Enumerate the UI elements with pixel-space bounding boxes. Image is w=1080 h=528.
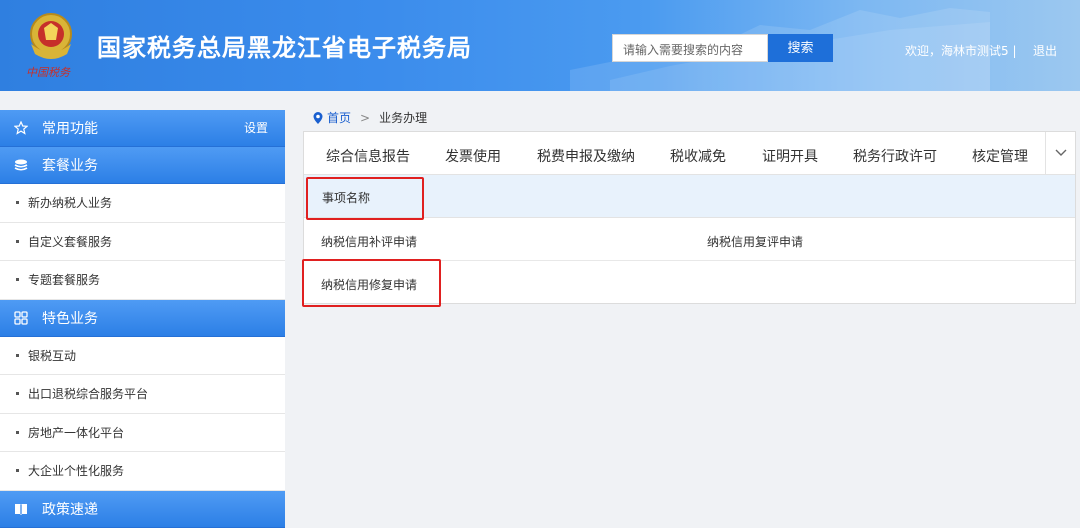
bullet-icon bbox=[16, 469, 19, 473]
sidebar-section-packages[interactable]: 套餐业务 bbox=[0, 147, 285, 184]
bullet-icon bbox=[16, 239, 19, 243]
tab-admin-permit[interactable]: 税务行政许可 bbox=[853, 146, 937, 166]
sidebar-item-export-refund[interactable]: 出口退税综合服务平台 bbox=[0, 375, 285, 414]
tab-assessment[interactable]: 核定管理 bbox=[972, 146, 1028, 166]
layers-icon bbox=[14, 158, 28, 172]
sidebar-item-new-taxpayer[interactable]: 新办纳税人业务 bbox=[0, 184, 285, 223]
welcome-text: 欢迎，海林市测试5 | bbox=[905, 44, 1017, 58]
bullet-icon bbox=[16, 278, 19, 282]
tax-emblem-logo: 中国税务 bbox=[26, 13, 72, 79]
tab-bar: 综合信息报告 发票使用 税费申报及缴纳 税收减免 证明开具 税务行政许可 核定管… bbox=[304, 132, 1075, 175]
sidebar: 常用功能 设置 套餐业务 新办纳税人业务 自定义套餐服务 专题套餐服务 特色业务… bbox=[0, 110, 285, 528]
grid-icon bbox=[14, 310, 28, 325]
breadcrumb-home[interactable]: 首页 bbox=[327, 109, 351, 126]
logout-link[interactable]: 退出 bbox=[1033, 42, 1057, 59]
bullet-icon bbox=[16, 392, 19, 396]
sidebar-section-label: 常用功能 bbox=[42, 121, 98, 137]
sidebar-item-large-enterprise[interactable]: 大企业个性化服务 bbox=[0, 452, 285, 491]
tab-info-report[interactable]: 综合信息报告 bbox=[326, 146, 410, 166]
sidebar-item-real-estate[interactable]: 房地产一体化平台 bbox=[0, 413, 285, 452]
tab-tax-filing[interactable]: 税费申报及缴纳 bbox=[537, 146, 635, 166]
bullet-icon bbox=[16, 201, 19, 205]
breadcrumb-separator: > bbox=[360, 110, 371, 125]
sidebar-section-label: 政策速递 bbox=[42, 501, 98, 518]
location-pin-icon bbox=[313, 111, 323, 124]
site-title: 国家税务总局黑龙江省电子税务局 bbox=[97, 34, 472, 62]
table-row: 纳税信用补评申请 纳税信用复评申请 bbox=[304, 218, 1075, 261]
tab-invoice-use[interactable]: 发票使用 bbox=[445, 146, 501, 166]
tab-tax-relief[interactable]: 税收减免 bbox=[670, 146, 726, 166]
breadcrumb-current: 业务办理 bbox=[379, 111, 428, 125]
sidebar-item-bank-tax[interactable]: 银税互动 bbox=[0, 336, 285, 375]
sidebar-item-label: 大企业个性化服务 bbox=[28, 464, 125, 479]
sidebar-item-label: 房地产一体化平台 bbox=[28, 425, 125, 440]
search-button[interactable]: 搜索 bbox=[768, 34, 833, 62]
sidebar-item-label: 自定义套餐服务 bbox=[28, 234, 113, 249]
chevron-down-icon bbox=[1055, 149, 1066, 156]
bullet-icon bbox=[16, 430, 19, 434]
sidebar-item-label: 专题套餐服务 bbox=[28, 273, 101, 288]
highlight-box-header bbox=[306, 177, 424, 220]
highlight-box-credit-repair bbox=[302, 259, 441, 307]
sidebar-item-label: 出口退税综合服务平台 bbox=[28, 387, 149, 402]
logo-signature: 中国税务 bbox=[26, 66, 71, 79]
tab-certificate[interactable]: 证明开具 bbox=[762, 146, 818, 166]
item-credit-supplement[interactable]: 纳税信用补评申请 bbox=[321, 233, 417, 250]
sidebar-section-favorites[interactable]: 常用功能 设置 bbox=[0, 110, 285, 147]
search-input[interactable]: 请输入需要搜索的内容 bbox=[612, 34, 768, 62]
settings-link[interactable]: 设置 bbox=[244, 119, 268, 136]
book-icon bbox=[14, 502, 28, 516]
sidebar-item-label: 新办纳税人业务 bbox=[28, 196, 113, 211]
sidebar-item-custom-package[interactable]: 自定义套餐服务 bbox=[0, 222, 285, 261]
item-credit-review[interactable]: 纳税信用复评申请 bbox=[707, 233, 803, 250]
sidebar-item-topic-package[interactable]: 专题套餐服务 bbox=[0, 261, 285, 300]
bullet-icon bbox=[16, 353, 19, 357]
sidebar-section-special[interactable]: 特色业务 bbox=[0, 299, 285, 337]
sidebar-item-label: 银税互动 bbox=[28, 348, 77, 363]
star-icon bbox=[14, 121, 28, 135]
breadcrumb: 首页 > 业务办理 bbox=[313, 109, 427, 126]
tabs-more-button[interactable] bbox=[1045, 132, 1075, 174]
top-banner: 中国税务 国家税务总局黑龙江省电子税务局 请输入需要搜索的内容 搜索 欢迎，海林… bbox=[0, 0, 1080, 91]
sidebar-section-label: 特色业务 bbox=[42, 310, 98, 327]
sidebar-section-label: 套餐业务 bbox=[42, 158, 98, 174]
